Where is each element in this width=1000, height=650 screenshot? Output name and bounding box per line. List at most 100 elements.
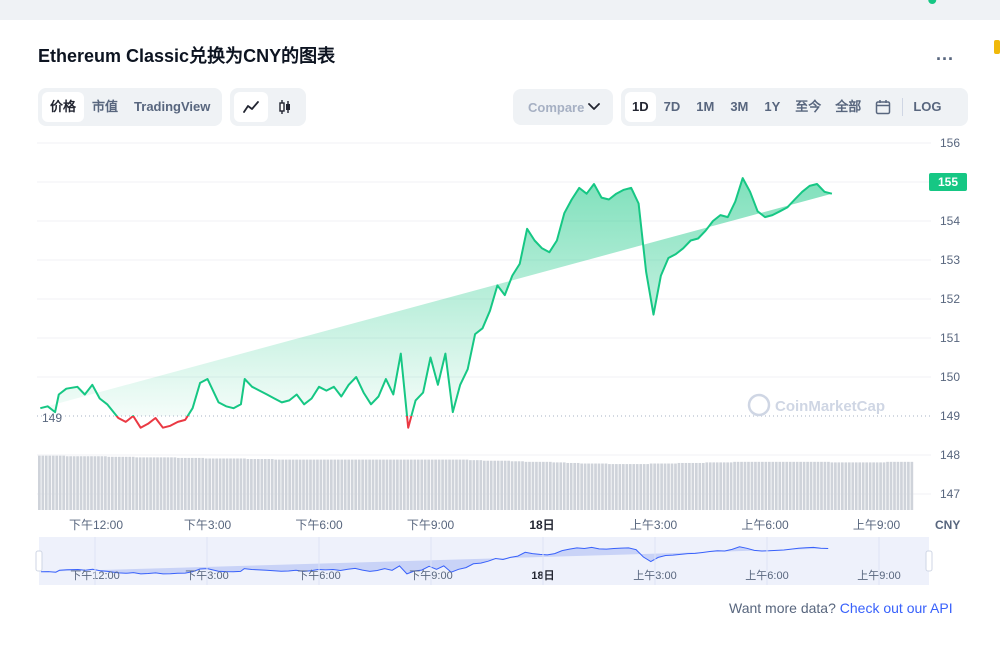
volume-bar xyxy=(646,464,650,510)
volume-bar xyxy=(326,459,330,510)
volume-bar xyxy=(441,459,444,510)
api-promo: Want more data? Check out our API xyxy=(729,600,953,616)
volume-bar xyxy=(55,455,59,510)
volume-bar xyxy=(131,456,135,510)
volume-bar xyxy=(503,460,507,510)
x-axis-labels: 下午12:00 下午3:00 下午6:00 下午9:00 18日 上午3:00 上午6:00… xyxy=(69,518,901,532)
volume-bar xyxy=(569,462,573,510)
volume-bar xyxy=(197,457,201,510)
volume-bar xyxy=(399,459,403,510)
volume-bar xyxy=(900,461,903,510)
price-area-fill xyxy=(40,178,832,416)
volume-bar xyxy=(552,462,556,510)
volume-bar xyxy=(545,461,549,510)
volume-bar xyxy=(622,464,625,510)
volume-bar xyxy=(465,459,469,510)
volume-bar xyxy=(590,463,594,510)
volume-bar xyxy=(323,459,326,510)
volume-bar xyxy=(128,456,132,510)
navigator-left-handle[interactable] xyxy=(35,550,43,572)
range-navigator[interactable]: 下午12:00 下午3:00 下午6:00 下午9:00 18日 上午3:00 上午6:00… xyxy=(35,537,933,585)
volume-bar xyxy=(528,461,531,510)
volume-bar xyxy=(62,455,66,510)
volume-bar xyxy=(493,460,497,510)
volume-bar xyxy=(500,460,504,510)
volume-bar xyxy=(535,461,538,510)
volume-bar xyxy=(774,461,778,510)
volume-bar xyxy=(757,461,761,510)
volume-bar xyxy=(243,458,246,510)
volume-bar xyxy=(117,456,121,510)
volume-bar xyxy=(427,459,431,510)
volume-bar xyxy=(726,462,729,510)
volume-bar xyxy=(514,461,517,510)
volume-bar xyxy=(549,461,552,510)
volume-bar xyxy=(190,457,194,510)
x-tick-label: 下午3:00 xyxy=(184,518,232,532)
volume-bar xyxy=(566,462,570,510)
volume-bar xyxy=(451,459,455,510)
volume-bar xyxy=(229,458,232,510)
volume-bar xyxy=(166,457,170,510)
y-tick-label: 148 xyxy=(940,448,960,462)
volume-bar xyxy=(364,459,368,510)
volume-bar xyxy=(86,456,90,510)
volume-bar xyxy=(222,458,225,510)
volume-bar xyxy=(837,462,841,510)
volume-bar xyxy=(841,462,844,510)
volume-bar xyxy=(889,461,893,510)
volume-bar xyxy=(517,461,521,510)
api-link[interactable]: Check out our API xyxy=(840,600,953,616)
volume-bar xyxy=(302,459,305,510)
volume-bar xyxy=(562,462,566,510)
volume-bar xyxy=(305,459,309,510)
volume-bar xyxy=(319,459,323,510)
volume-bar xyxy=(90,456,93,510)
volume-bar xyxy=(674,463,677,510)
volume-bar xyxy=(403,459,406,510)
volume-bar xyxy=(149,457,152,510)
current-price-dot xyxy=(928,0,937,4)
volume-bar xyxy=(747,461,750,510)
volume-bar xyxy=(691,462,695,510)
volume-bar xyxy=(736,461,740,510)
volume-bar xyxy=(618,464,622,510)
volume-bar xyxy=(434,459,437,510)
volume-bar xyxy=(462,459,465,510)
volume-bar xyxy=(343,459,347,510)
volume-bar xyxy=(173,457,177,510)
y-tick-label: 149 xyxy=(940,409,960,423)
volume-bar xyxy=(788,461,792,510)
volume-bar xyxy=(385,459,389,510)
volume-bar xyxy=(444,459,448,510)
y-tick-label: 151 xyxy=(940,331,960,345)
volume-bar xyxy=(816,461,820,510)
volume-bar xyxy=(187,457,191,510)
volume-bar xyxy=(764,461,768,510)
volume-bar xyxy=(420,459,424,510)
volume-bar xyxy=(48,455,52,510)
x-tick-label: 下午12:00 xyxy=(69,518,123,532)
volume-bar xyxy=(170,457,173,510)
volume-bar xyxy=(799,461,802,510)
y-tick-label: 152 xyxy=(940,292,960,306)
navigator-right-handle[interactable] xyxy=(925,550,933,572)
volume-bar xyxy=(100,456,104,510)
watermark-text: CoinMarketCap xyxy=(775,398,885,415)
volume-bar xyxy=(263,459,267,510)
price-chart[interactable]: 156155154153152151150149148147 149 155 C… xyxy=(0,0,1000,650)
volume-bar xyxy=(111,456,114,510)
volume-bar xyxy=(907,461,910,510)
volume-bar xyxy=(583,463,587,510)
volume-bar xyxy=(93,456,97,510)
volume-bar xyxy=(114,456,118,510)
volume-bar xyxy=(754,461,757,510)
y-tick-label: 153 xyxy=(940,253,960,267)
x-tick-label: 下午6:00 xyxy=(295,518,343,532)
volume-bar xyxy=(806,461,809,510)
volume-bar xyxy=(281,459,285,510)
volume-bar xyxy=(768,461,771,510)
volume-bar xyxy=(896,461,900,510)
volume-bar xyxy=(740,461,743,510)
volume-bar xyxy=(253,459,257,510)
